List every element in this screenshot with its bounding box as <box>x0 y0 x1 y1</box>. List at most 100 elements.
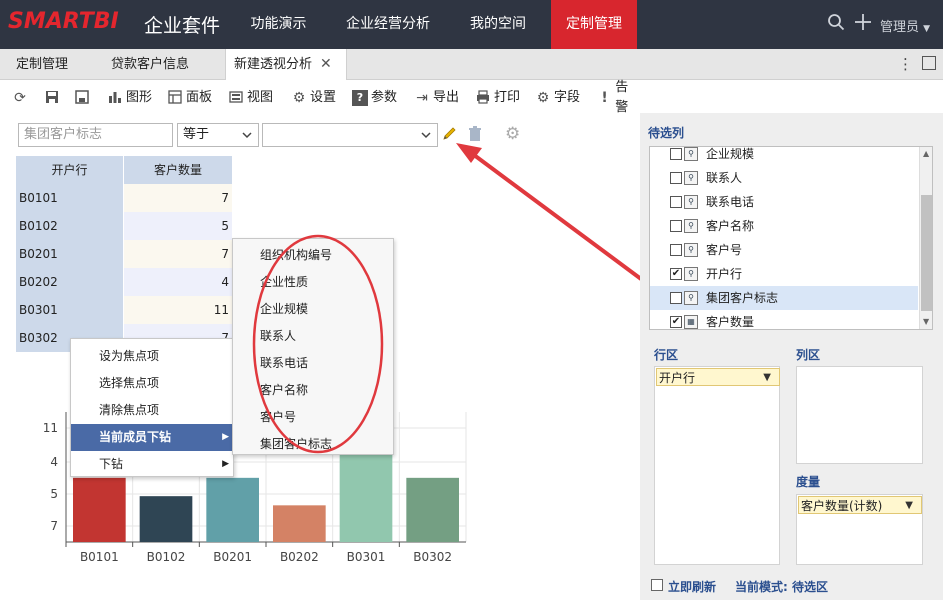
top-bar: SMARTBI 企业套件 功能演示 企业经营分析 我的空间 定制管理 管理员 ▼ <box>0 0 943 49</box>
menu-item-drill[interactable]: 下钻 ▶ <box>71 451 233 478</box>
submenu-item[interactable]: 客户名称 <box>233 377 393 404</box>
chevron-down-icon <box>420 124 432 154</box>
row-header-cell[interactable]: B0102 <box>16 212 123 240</box>
field-item[interactable]: ✔ ⚲ 开户行 <box>650 262 918 286</box>
measure-area[interactable]: 客户数量(计数) ▼ <box>796 494 923 565</box>
nav-item-custom-management[interactable]: 定制管理 <box>551 0 637 49</box>
bar <box>73 477 126 542</box>
table-row[interactable]: B0101 7 <box>16 184 232 212</box>
tab-loan-customers[interactable]: 贷款客户信息 <box>103 49 197 80</box>
field-checkbox[interactable] <box>670 148 682 160</box>
filter-operator-select[interactable]: 等于 <box>177 123 259 147</box>
menu-item-set-focus[interactable]: 设为焦点项 <box>71 343 233 370</box>
column-header[interactable]: 客户数量 <box>124 156 232 184</box>
print-button[interactable]: 打印 <box>475 88 520 108</box>
save-button[interactable] <box>44 88 63 108</box>
submenu-item[interactable]: 组织机构编号 <box>233 242 393 269</box>
auto-refresh-checkbox[interactable] <box>651 579 663 591</box>
tab-custom-management[interactable]: 定制管理 <box>8 49 76 80</box>
view-button[interactable]: 视图 <box>228 88 273 108</box>
trash-icon[interactable] <box>468 126 482 146</box>
nav-item-demo[interactable]: 功能演示 <box>231 0 326 49</box>
print-label: 打印 <box>494 90 521 105</box>
save-as-button[interactable] <box>74 88 93 108</box>
measure-item[interactable]: 客户数量(计数) ▼ <box>798 496 922 514</box>
column-header[interactable]: 开户行 <box>16 156 123 184</box>
submenu-item[interactable]: 联系人 <box>233 323 393 350</box>
value-cell[interactable]: 7 <box>124 240 232 268</box>
submenu-item[interactable]: 客户号 <box>233 404 393 431</box>
value-cell[interactable]: 4 <box>124 268 232 296</box>
fields-button[interactable]: ⚙ 字段 <box>535 88 580 108</box>
plus-icon[interactable] <box>854 13 872 36</box>
filter-value-select[interactable] <box>262 123 438 147</box>
settings-button[interactable]: ⚙ 设置 <box>291 88 336 108</box>
field-item[interactable]: ⚲ 联系电话 <box>650 190 918 214</box>
filter-field-input[interactable]: 集团客户标志 <box>18 123 173 147</box>
value-cell[interactable]: 5 <box>124 212 232 240</box>
search-icon[interactable] <box>827 13 845 36</box>
row-area-item[interactable]: 开户行 ▼ <box>656 368 780 386</box>
value-cell[interactable]: 11 <box>124 296 232 324</box>
menu-item-clear-focus[interactable]: 清除焦点项 <box>71 397 233 424</box>
menu-item-select-focus[interactable]: 选择焦点项 <box>71 370 233 397</box>
tab-new-pivot[interactable]: 新建透视分析 ✕ <box>225 49 347 80</box>
submenu-item[interactable]: 集团客户标志 <box>233 431 393 458</box>
measure-icon: ▦ <box>684 315 698 329</box>
nav-item-business-analysis[interactable]: 企业经营分析 <box>326 0 450 49</box>
table-row[interactable]: B0201 7 <box>16 240 232 268</box>
table-row[interactable]: B0202 4 <box>16 268 232 296</box>
field-item[interactable]: ⚲ 企业规模 <box>650 147 918 166</box>
row-header-cell[interactable]: B0201 <box>16 240 123 268</box>
alert-button[interactable]: ! 告警 <box>597 80 640 115</box>
field-item[interactable]: ⚲ 集团客户标志 <box>650 286 918 310</box>
pencil-icon[interactable] <box>441 126 457 146</box>
chart-button[interactable]: 图形 <box>107 88 152 108</box>
submenu-item[interactable]: 联系电话 <box>233 350 393 377</box>
menu-item-drill-current-label: 当前成员下钻 <box>99 430 172 444</box>
menu-item-drill-current[interactable]: 当前成员下钻 ▶ <box>71 424 233 451</box>
close-icon[interactable]: ✕ <box>320 56 332 72</box>
more-vertical-icon[interactable]: ⋮ <box>898 55 913 73</box>
gear-icon[interactable]: ⚙ <box>505 124 520 144</box>
field-item[interactable]: ⚲ 客户名称 <box>650 214 918 238</box>
panel-button[interactable]: 面板 <box>167 88 212 108</box>
field-checkbox[interactable] <box>670 292 682 304</box>
toolbar: ⟳ 图形 面板 视图 ⚙ 设置 ? 参数 ⇥ 导出 打印 ⚙ 字段 ! 告警 <box>0 80 640 115</box>
row-header-cell[interactable]: B0301 <box>16 296 123 324</box>
exclamation-icon: ! <box>601 90 608 106</box>
field-checkbox[interactable] <box>670 220 682 232</box>
value-cell[interactable]: 7 <box>124 184 232 212</box>
submenu-item[interactable]: 企业规模 <box>233 296 393 323</box>
field-label: 客户名称 <box>706 219 755 233</box>
user-menu[interactable]: 管理员 ▼ <box>880 16 930 35</box>
view-icon <box>228 90 244 106</box>
scrollbar-thumb[interactable] <box>921 195 932 311</box>
table-row[interactable]: B0102 5 <box>16 212 232 240</box>
maximize-icon[interactable] <box>922 56 936 70</box>
refresh-button[interactable]: ⟳ <box>12 88 31 108</box>
row-header-cell[interactable]: B0202 <box>16 268 123 296</box>
field-checkbox[interactable]: ✔ <box>670 316 682 328</box>
field-item[interactable]: ⚲ 客户号 <box>650 238 918 262</box>
field-checkbox[interactable]: ✔ <box>670 268 682 280</box>
row-area[interactable]: 开户行 ▼ <box>654 366 780 565</box>
scroll-up-icon[interactable]: ▲ <box>923 149 929 158</box>
auto-refresh-label[interactable]: 立即刷新 <box>668 578 716 595</box>
field-checkbox[interactable] <box>670 172 682 184</box>
params-button[interactable]: ? 参数 <box>352 88 397 108</box>
field-checkbox[interactable] <box>670 196 682 208</box>
scrollbar[interactable]: ▲ ▼ <box>919 147 932 329</box>
export-button[interactable]: ⇥ 导出 <box>414 88 459 108</box>
field-item[interactable]: ✔ ▦ 客户数量 <box>650 310 918 329</box>
submenu-item[interactable]: 企业性质 <box>233 269 393 296</box>
row-header-cell[interactable]: B0101 <box>16 184 123 212</box>
column-area[interactable] <box>796 366 923 464</box>
save-as-icon <box>74 90 90 106</box>
table-row[interactable]: B0301 11 <box>16 296 232 324</box>
field-item[interactable]: ⚲ 联系人 <box>650 166 918 190</box>
field-checkbox[interactable] <box>670 244 682 256</box>
nav-item-my-space[interactable]: 我的空间 <box>450 0 546 49</box>
measure-title: 度量 <box>796 475 821 489</box>
scroll-down-icon[interactable]: ▼ <box>923 317 929 326</box>
